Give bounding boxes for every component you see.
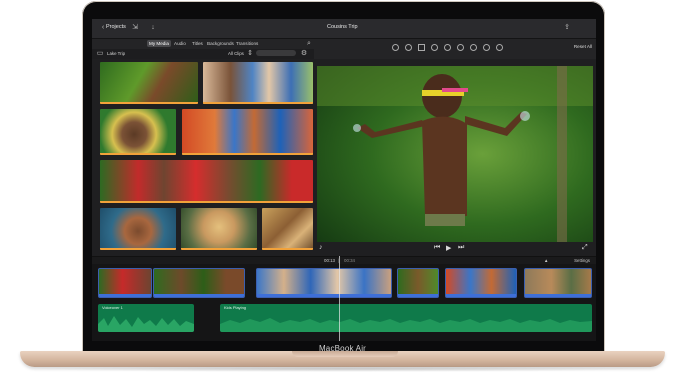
tab-audio[interactable]: Audio bbox=[172, 40, 188, 47]
total-time: 00:34 bbox=[344, 258, 355, 263]
laptop-notch bbox=[292, 351, 398, 357]
viewer-controls: ♪ ⏮ ▶ ⏭ ⤢ bbox=[314, 242, 596, 256]
timeline-clip[interactable] bbox=[445, 268, 517, 298]
clip-thumbnail[interactable] bbox=[203, 62, 313, 104]
viewer-toolbar: Reset All bbox=[314, 39, 596, 59]
color-balance-icon[interactable] bbox=[392, 44, 399, 51]
noise-reduction-icon[interactable] bbox=[457, 44, 464, 51]
tab-titles[interactable]: Titles bbox=[190, 40, 205, 47]
clip-thumbnail[interactable] bbox=[100, 62, 198, 104]
audio-track-voiceover[interactable]: Voiceover 1 bbox=[98, 304, 194, 332]
fullscreen-icon[interactable]: ⤢ bbox=[582, 244, 588, 252]
magnifier-icon[interactable]: ⌕ bbox=[304, 39, 314, 48]
reset-all-button[interactable]: Reset All bbox=[574, 44, 592, 49]
playhead[interactable] bbox=[339, 256, 340, 341]
all-clips-filter[interactable]: All Clips bbox=[228, 51, 244, 56]
volume-icon[interactable] bbox=[444, 44, 451, 51]
color-correction-icon[interactable] bbox=[405, 44, 412, 51]
waveform bbox=[220, 318, 592, 332]
title-bar: ‹ Projects ⇲ ↓ Cousins Trip ⇪ bbox=[92, 19, 596, 39]
audio-track-kids-playing[interactable]: Kids Playing bbox=[220, 304, 592, 332]
waveform bbox=[98, 316, 194, 332]
import-icon[interactable]: ⇲ bbox=[130, 23, 140, 32]
share-icon[interactable]: ⇪ bbox=[562, 23, 572, 32]
speed-icon[interactable] bbox=[470, 44, 477, 51]
sidebar-toggle-icon[interactable]: ▭ bbox=[95, 49, 105, 58]
imovie-window: ‹ Projects ⇲ ↓ Cousins Trip ⇪ My Media A… bbox=[92, 19, 596, 341]
zoom-slider-icon[interactable]: ▲ bbox=[544, 258, 548, 263]
clip-thumbnail[interactable] bbox=[100, 160, 313, 203]
library-name: Lake Trip bbox=[107, 51, 126, 56]
library-bar: ▭ Lake Trip All Clips ⇕ ⚙ bbox=[92, 49, 314, 59]
chevron-updown-icon[interactable]: ⇕ bbox=[245, 49, 255, 58]
timeline-clip[interactable] bbox=[397, 268, 439, 298]
timeline-clip[interactable] bbox=[256, 268, 392, 298]
current-time: 00:13 bbox=[324, 258, 335, 263]
clip-thumbnail[interactable] bbox=[100, 208, 176, 250]
tab-my-media[interactable]: My Media bbox=[147, 40, 171, 47]
skip-forward-icon[interactable]: ⏭ bbox=[458, 244, 464, 252]
timeline-settings-button[interactable]: Settings bbox=[574, 258, 590, 263]
timeline-clip[interactable] bbox=[153, 268, 245, 298]
gear-icon[interactable]: ⚙ bbox=[299, 49, 309, 58]
video-viewer bbox=[317, 66, 593, 242]
clip-thumbnail[interactable] bbox=[262, 208, 313, 250]
filter-icon[interactable] bbox=[483, 44, 490, 51]
clip-thumbnail[interactable] bbox=[182, 109, 313, 155]
microphone-icon[interactable]: ♪ bbox=[319, 244, 323, 251]
project-title: Cousins Trip bbox=[327, 24, 358, 30]
laptop-shadow bbox=[20, 366, 665, 372]
clip-thumbnail[interactable] bbox=[100, 109, 176, 155]
search-input[interactable] bbox=[256, 50, 296, 56]
timeline-clip[interactable] bbox=[524, 268, 592, 298]
clip-thumbnail[interactable] bbox=[181, 208, 257, 250]
download-icon[interactable]: ↓ bbox=[148, 23, 158, 32]
crop-icon[interactable] bbox=[418, 44, 425, 51]
skip-back-icon[interactable]: ⏮ bbox=[434, 244, 440, 252]
projects-button[interactable]: Projects bbox=[106, 24, 126, 30]
tab-backgrounds[interactable]: Backgrounds bbox=[205, 40, 236, 47]
play-icon[interactable]: ▶ bbox=[446, 244, 451, 252]
info-icon[interactable] bbox=[496, 44, 503, 51]
stabilization-icon[interactable] bbox=[431, 44, 438, 51]
media-browser bbox=[100, 62, 314, 250]
viewer-frame bbox=[317, 66, 593, 242]
timeline: Voiceover 1 Kids Playing bbox=[92, 264, 596, 341]
tab-transitions[interactable]: Transitions bbox=[234, 40, 260, 47]
timeline-clip[interactable] bbox=[98, 268, 152, 298]
media-tabs: My Media Audio Titles Backgrounds Transi… bbox=[92, 39, 314, 49]
